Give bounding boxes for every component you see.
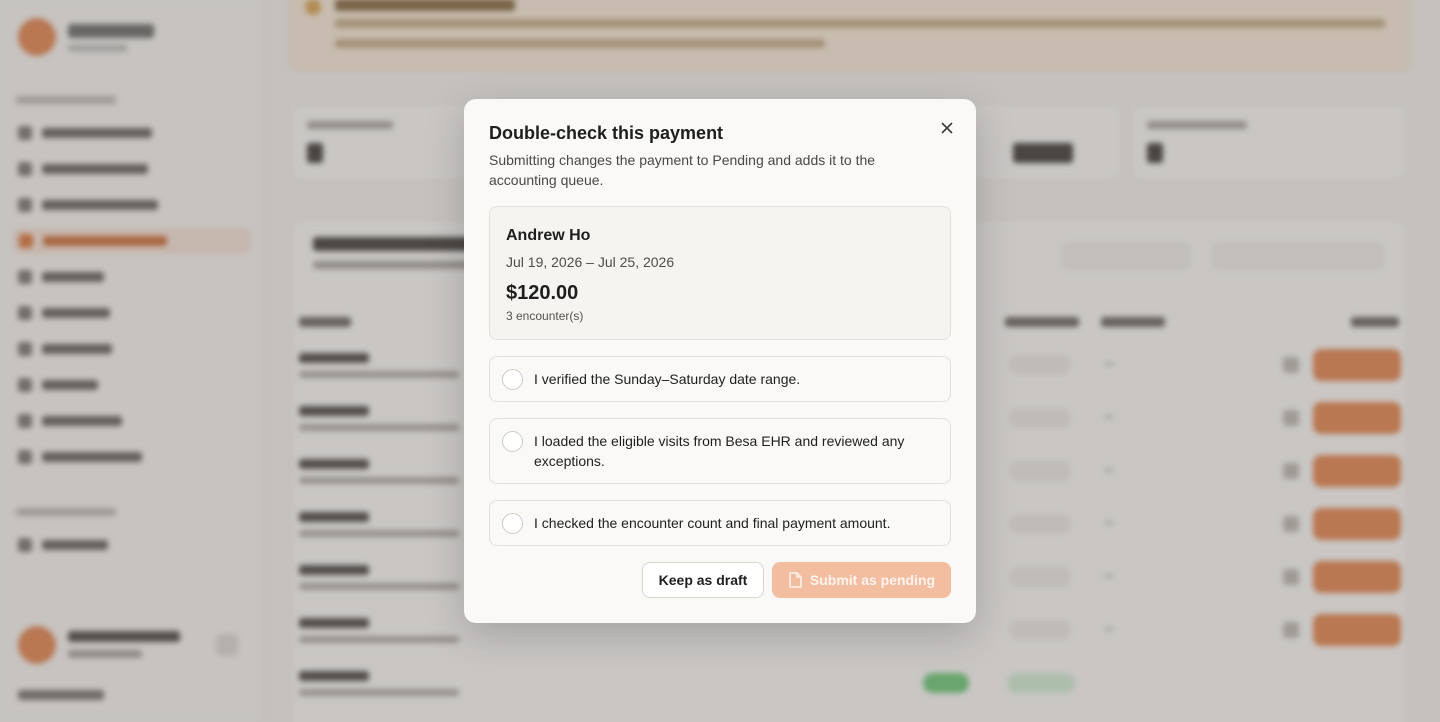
checklist-item-encounter-count[interactable]: I checked the encounter count and final … — [489, 500, 951, 546]
dialog-title: Double-check this payment — [489, 123, 724, 143]
checkbox[interactable] — [502, 513, 523, 534]
date-range: Jul 19, 2026 – Jul 25, 2026 — [506, 254, 675, 270]
close-icon — [941, 122, 953, 134]
close-button[interactable] — [934, 117, 960, 139]
checklist-label: I loaded the eligible visits from Besa E… — [534, 433, 905, 469]
payment-summary-card: Andrew Ho Jul 19, 2026 – Jul 25, 2026 $1… — [489, 206, 951, 340]
provider-name: Andrew Ho — [506, 227, 591, 244]
checkbox[interactable] — [502, 431, 523, 452]
dialog-description: Submitting changes the payment to Pendin… — [489, 152, 876, 188]
submit-as-pending-button[interactable]: Submit as pending — [772, 562, 951, 598]
checklist-label: I verified the Sunday–Saturday date rang… — [534, 371, 801, 387]
encounter-count: 3 encounter(s) — [506, 309, 584, 323]
checklist-item-eligible-visits[interactable]: I loaded the eligible visits from Besa E… — [489, 418, 951, 484]
submit-label: Submit as pending — [809, 572, 936, 588]
document-icon — [789, 572, 802, 588]
checklist-item-date-range[interactable]: I verified the Sunday–Saturday date rang… — [489, 356, 951, 402]
checklist-label: I checked the encounter count and final … — [534, 515, 891, 531]
payment-amount: $120.00 — [506, 282, 579, 304]
confirm-payment-dialog: Double-check this payment Submitting cha… — [464, 99, 976, 623]
checkbox[interactable] — [502, 369, 523, 390]
keep-as-draft-button[interactable]: Keep as draft — [642, 562, 764, 598]
